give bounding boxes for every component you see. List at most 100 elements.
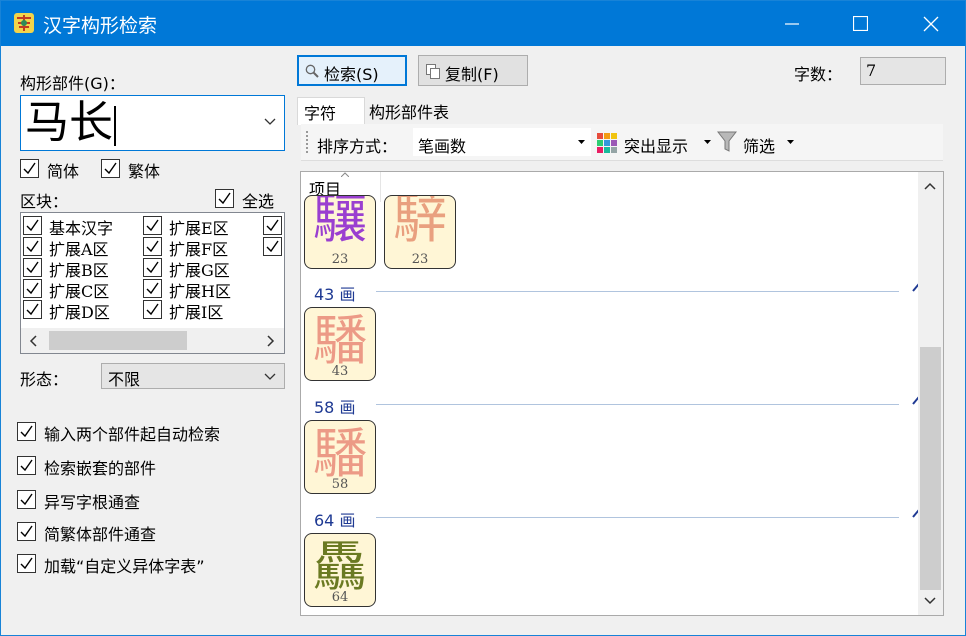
stroke-count: 43	[331, 364, 349, 379]
block-checkbox[interactable]	[143, 258, 162, 277]
simp-trad-checkbox[interactable]	[17, 522, 36, 541]
form-select-value: 不限	[108, 370, 141, 389]
horizontal-scroll-thumb[interactable]	[49, 331, 187, 350]
copy-icon	[426, 64, 440, 79]
checkmark-icon	[266, 219, 279, 232]
count-value: 7	[866, 61, 877, 80]
custom-variant-label: 加载“自定义异体字表”	[44, 557, 205, 576]
minimize-icon	[785, 22, 799, 25]
scroll-left-icon[interactable]	[29, 335, 37, 347]
copy-button-label: 复制(F)	[445, 65, 499, 84]
component-input[interactable]: 马长	[20, 95, 285, 151]
form-select[interactable]: 不限	[101, 363, 285, 389]
dropdown-arrow-icon	[578, 140, 585, 144]
text-caret	[114, 105, 116, 146]
component-value: 马长	[25, 97, 116, 149]
simplified-checkbox[interactable]	[20, 159, 39, 178]
sort-up-icon	[341, 172, 349, 177]
form-label: 形态：	[20, 370, 69, 389]
block-checkbox[interactable]	[143, 237, 162, 256]
block-checkbox[interactable]	[263, 216, 282, 235]
auto-search-checkbox[interactable]	[17, 422, 36, 441]
block-label-text: 扩展D区	[49, 303, 110, 322]
tab-component-table[interactable]: 构形部件表	[363, 97, 455, 124]
filter-dropdown[interactable]: 筛选	[717, 128, 797, 156]
vertical-scrollbar[interactable]	[918, 172, 943, 615]
dropdown-arrow-icon	[704, 140, 711, 144]
stroke-group-header[interactable]: 64 画	[314, 507, 924, 530]
block-checkbox[interactable]	[143, 279, 162, 298]
minimize-button[interactable]	[768, 1, 816, 46]
horizontal-scrollbar[interactable]	[21, 328, 284, 353]
stroke-count: 64	[331, 590, 349, 605]
group-divider	[376, 404, 899, 405]
block-checkbox[interactable]	[23, 279, 42, 298]
scroll-up-icon[interactable]	[924, 182, 936, 190]
simplified-label: 简体	[47, 162, 80, 181]
block-label-text: 扩展I区	[169, 303, 224, 322]
component-label: 构形部件(G)：	[20, 74, 125, 93]
custom-variant-checkbox[interactable]	[17, 554, 36, 573]
search-button[interactable]: 检索(S)	[297, 55, 407, 86]
select-all-label: 全选	[242, 192, 275, 211]
title-bar[interactable]: 汉字构形检索	[1, 1, 965, 46]
count-field: 7	[860, 57, 946, 85]
maximize-icon	[852, 16, 868, 31]
tab-characters[interactable]: 字符	[297, 97, 365, 125]
auto-search-label: 输入两个部件起自动检索	[44, 425, 221, 444]
chevron-down-icon[interactable]	[264, 118, 276, 126]
stroke-group-header[interactable]: 43 画	[314, 281, 924, 304]
maximize-button[interactable]	[836, 1, 884, 46]
block-list[interactable]: 基本汉字 扩展A区 扩展B区 扩展C区 扩展D区 扩展E区 扩展F区 扩展G区 …	[20, 212, 285, 354]
close-button[interactable]	[907, 1, 955, 46]
checkmark-icon	[20, 525, 33, 538]
stroke-group-title: 58 画	[314, 398, 356, 417]
checkmark-icon	[146, 240, 159, 253]
char-tile[interactable]: 䮳 58	[304, 420, 376, 494]
block-checkbox[interactable]	[263, 237, 282, 256]
block-label: 区块：	[20, 192, 69, 211]
stroke-group-title: 64 画	[314, 511, 356, 530]
traditional-checkbox[interactable]	[101, 159, 120, 178]
variant-root-checkbox[interactable]	[17, 490, 36, 509]
toolbar-grip[interactable]	[306, 131, 308, 155]
char-glyph: 驤	[313, 195, 367, 250]
highlight-dropdown[interactable]: 突出显示	[597, 128, 715, 156]
block-checkbox[interactable]	[23, 258, 42, 277]
checkmark-icon	[266, 240, 279, 253]
block-checkbox[interactable]	[143, 216, 162, 235]
block-checkbox[interactable]	[23, 237, 42, 256]
window-title: 汉字构形检索	[43, 15, 158, 37]
stroke-count: 23	[331, 252, 349, 267]
block-checkbox[interactable]	[23, 300, 42, 319]
checkmark-icon	[146, 261, 159, 274]
sort-select[interactable]: 笔画数	[413, 128, 591, 156]
traditional-label: 繁体	[128, 162, 161, 181]
checkmark-icon	[23, 162, 36, 175]
select-all-checkbox[interactable]	[215, 189, 234, 208]
char-tile[interactable]: 驤 23	[304, 195, 376, 269]
checkmark-icon	[104, 162, 117, 175]
vertical-scroll-thumb[interactable]	[920, 347, 941, 590]
variant-root-label: 异写字根通查	[44, 493, 141, 512]
block-checkbox[interactable]	[143, 300, 162, 319]
checkmark-icon	[20, 557, 33, 570]
char-tile[interactable]: 騂 23	[384, 195, 456, 269]
stroke-group-header[interactable]: 58 画	[314, 394, 924, 417]
block-checkbox[interactable]	[23, 216, 42, 235]
component-text: 马长	[25, 97, 113, 148]
checkmark-icon	[26, 240, 39, 253]
app-logo-icon	[14, 13, 34, 33]
nested-search-checkbox[interactable]	[17, 456, 36, 475]
checkmark-icon	[146, 219, 159, 232]
scroll-right-icon[interactable]	[267, 335, 275, 347]
scroll-down-icon[interactable]	[924, 597, 936, 605]
search-icon	[305, 64, 319, 78]
checkmark-icon	[218, 192, 231, 205]
copy-button[interactable]: 复制(F)	[418, 55, 528, 86]
char-tile[interactable]: 䮳 43	[304, 307, 376, 381]
result-list[interactable]: 项目 驤 23 騂 23 43 画 䮳 43 58 画 䮳 58 64 画 驫 …	[300, 171, 944, 616]
stroke-count: 23	[411, 252, 429, 267]
checkmark-icon	[146, 282, 159, 295]
char-tile[interactable]: 驫 64	[304, 533, 376, 607]
